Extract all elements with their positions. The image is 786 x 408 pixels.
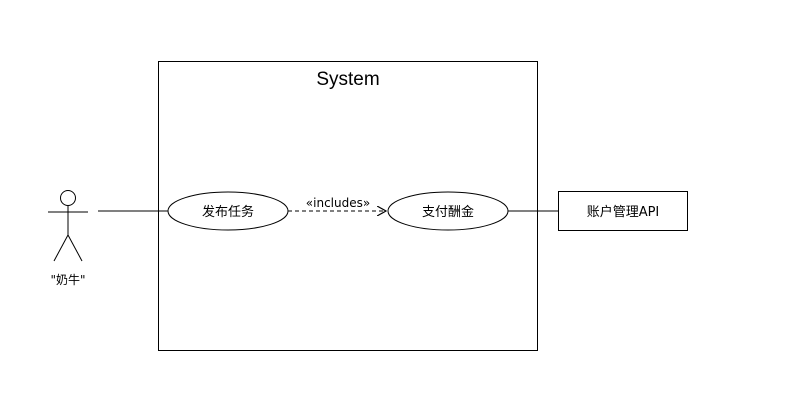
- actor-label: "奶牛": [50, 272, 85, 287]
- use-case-pay-reward-label: 支付酬金: [422, 204, 474, 220]
- actor-right-leg: [67, 234, 83, 262]
- actor-left-leg: [53, 234, 69, 262]
- include-label: «includes»: [306, 196, 370, 210]
- actor-cow[interactable]: [48, 190, 88, 262]
- actor-head: [60, 190, 76, 206]
- use-case-diagram: System "奶牛" 发布任务 «includes» 支付酬金 账户管理API: [48, 61, 688, 351]
- external-system-label: 账户管理API: [587, 204, 660, 220]
- system-title: System: [316, 69, 379, 90]
- use-case-publish-task-label: 发布任务: [202, 204, 254, 220]
